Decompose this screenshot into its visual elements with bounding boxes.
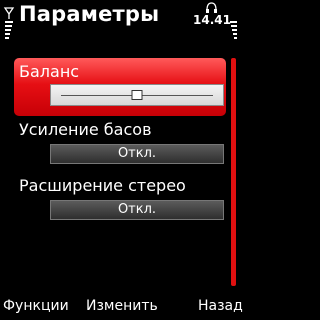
- change-softkey[interactable]: Изменить: [86, 298, 158, 314]
- back-softkey[interactable]: Назад: [198, 298, 243, 314]
- options-softkey[interactable]: Функции: [3, 298, 69, 314]
- balance-slider[interactable]: [50, 84, 224, 106]
- signal-strength-icon: [3, 7, 15, 39]
- bass-boost-label: Усиление басов: [19, 120, 152, 139]
- balance-setting[interactable]: Баланс: [14, 58, 226, 116]
- stereo-widening-label: Расширение стерео: [19, 176, 186, 195]
- screen: Параметры 14.41 Баланс Усиление басов От…: [0, 0, 243, 320]
- bass-boost-value[interactable]: Откл.: [50, 144, 224, 164]
- bass-boost-setting[interactable]: Усиление басов Откл.: [14, 118, 226, 168]
- stereo-widening-value[interactable]: Откл.: [50, 200, 224, 220]
- scrollbar[interactable]: [231, 58, 236, 286]
- stereo-widening-setting[interactable]: Расширение стерео Откл.: [14, 174, 226, 224]
- battery-icon: [230, 21, 237, 39]
- status-bar: Параметры 14.41: [0, 0, 240, 46]
- clock: 14.41: [193, 13, 231, 27]
- balance-label: Баланс: [19, 62, 80, 81]
- page-title: Параметры: [19, 2, 160, 26]
- slider-thumb[interactable]: [131, 90, 143, 100]
